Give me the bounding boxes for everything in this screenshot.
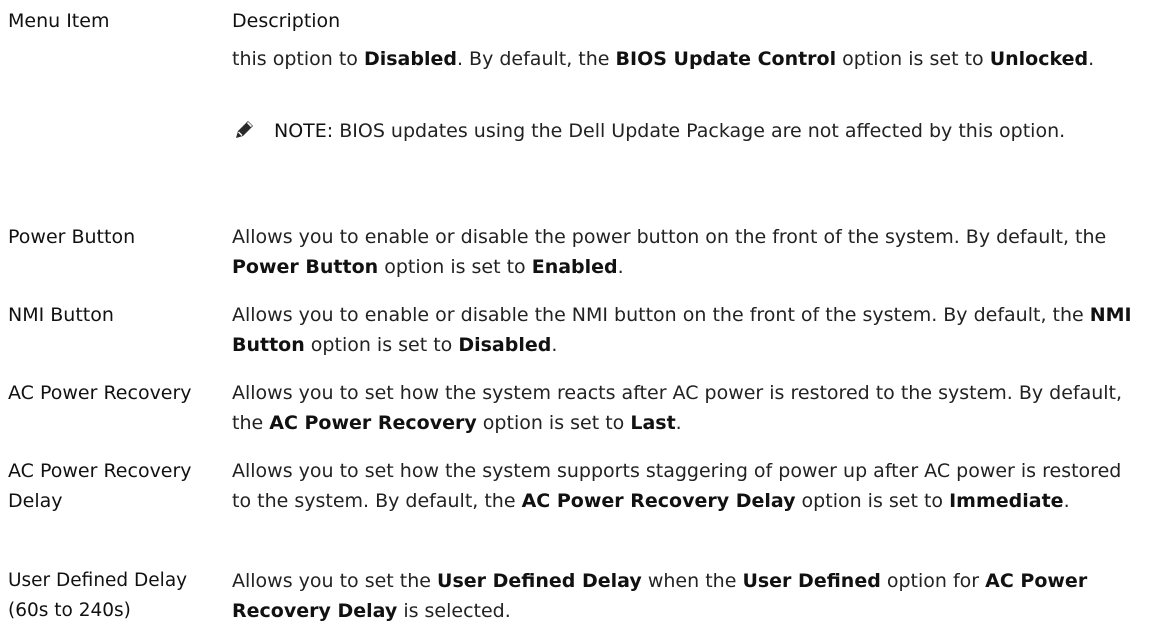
- table-header: Menu Item Description: [8, 6, 1148, 36]
- desc-bold: Unlocked: [989, 48, 1089, 70]
- desc-text: .: [675, 412, 682, 434]
- desc-text: option is set to: [795, 490, 950, 512]
- menu-item-power-button: Power Button: [8, 226, 136, 248]
- desc-bold: User Defined: [742, 570, 881, 592]
- pencil-note-icon: [232, 118, 256, 142]
- note-body: BIOS updates using the Dell Update Packa…: [333, 120, 1066, 142]
- desc-text: this option to: [232, 48, 364, 70]
- column-header-description: Description: [232, 10, 341, 32]
- desc-text: .: [1088, 48, 1095, 70]
- menu-item-ac-power-recovery-delay: AC Power Recovery Delay: [8, 460, 192, 512]
- desc-text: when the: [641, 570, 743, 592]
- column-header-menu-item: Menu Item: [8, 10, 110, 32]
- menu-item-nmi-button: NMI Button: [8, 304, 114, 326]
- desc-text: .: [1063, 490, 1070, 512]
- desc-bold: Last: [630, 412, 676, 434]
- row-description: Allows you to set how the system reacts …: [232, 378, 1142, 438]
- desc-bold: User Defined Delay: [437, 570, 642, 592]
- desc-text: is selected.: [397, 600, 511, 622]
- desc-bold: Enabled: [531, 256, 618, 278]
- row-description: this option to Disabled. By default, the…: [232, 44, 1142, 74]
- desc-text: option is set to: [304, 334, 459, 356]
- note-label: NOTE:: [274, 120, 334, 142]
- desc-text: Allows you to enable or disable the NMI …: [232, 304, 1090, 326]
- desc-bold: Disabled: [458, 334, 552, 356]
- row-description: Allows you to enable or disable the NMI …: [232, 300, 1142, 360]
- desc-text: option is set to: [836, 48, 990, 70]
- row-description: Allows you to enable or disable the powe…: [232, 222, 1142, 282]
- desc-bold: Disabled: [363, 48, 457, 70]
- desc-text: .: [617, 256, 624, 278]
- desc-text: .: [551, 334, 558, 356]
- desc-text: Allows you to enable or disable the powe…: [232, 226, 1107, 248]
- desc-text: . By default, the: [456, 48, 616, 70]
- document-page: Menu Item Description this option to Dis…: [0, 0, 1149, 634]
- desc-bold: Power Button: [232, 256, 379, 278]
- desc-text: option is set to: [476, 412, 631, 434]
- menu-item-user-defined-delay: User Defined Delay (60s to 240s): [8, 570, 188, 621]
- desc-text: option is set to: [378, 256, 532, 278]
- desc-bold: AC Power Recovery Delay: [521, 490, 796, 512]
- menu-item-ac-power-recovery: AC Power Recovery: [8, 382, 192, 404]
- row-description: Allows you to set the User Defined Delay…: [232, 566, 1142, 626]
- note-text: NOTE: BIOS updates using the Dell Update…: [274, 116, 1142, 146]
- desc-text: Allows you to set the: [232, 570, 438, 592]
- desc-bold: Immediate: [949, 490, 1064, 512]
- desc-bold: BIOS Update Control: [615, 48, 837, 70]
- desc-text: option for: [880, 570, 986, 592]
- row-description: Allows you to set how the system support…: [232, 456, 1142, 516]
- desc-bold: AC Power Recovery: [269, 412, 477, 434]
